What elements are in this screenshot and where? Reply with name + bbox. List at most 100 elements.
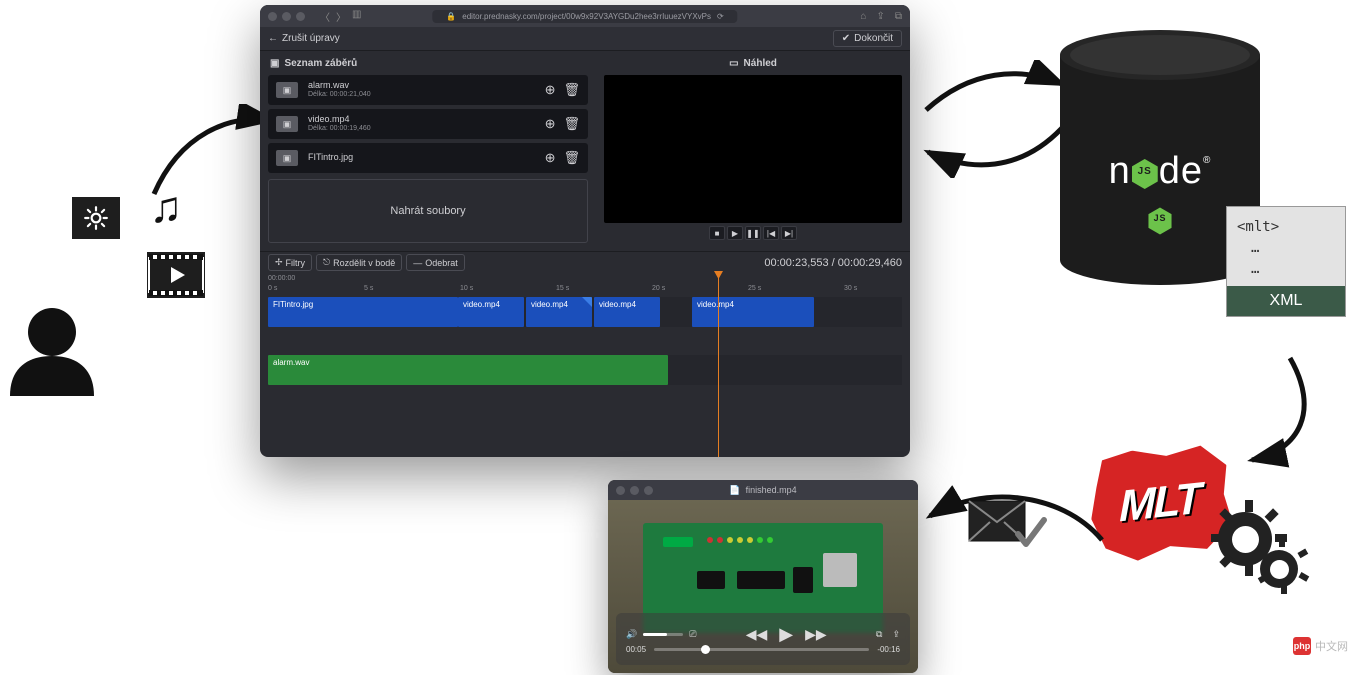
app-toolbar: ← Zrušit úpravy ✔ Dokončit (260, 27, 910, 51)
checkmark-icon: ✔ (842, 33, 850, 44)
browser-back-icon[interactable]: 〈 (320, 9, 330, 24)
timeline-ruler[interactable]: 00:00:00 0 s5 s10 s15 s20 s25 s30 s (260, 273, 910, 297)
shot-row[interactable]: ▣ video.mp4 Délka: 00:00:19,460 ⊕ 🗑 (268, 109, 588, 139)
add-to-timeline-icon[interactable]: ⊕ (545, 82, 556, 98)
xml-line: … (1237, 259, 1335, 280)
sidebar-toggle-icon[interactable]: ▥ (352, 9, 361, 24)
shot-row[interactable]: ▣ FITintro.jpg ⊕ 🗑 (268, 143, 588, 173)
email-notification-icon (968, 500, 1048, 554)
audio-track[interactable]: alarm.wav (268, 355, 902, 385)
ruler-tick: 20 s (652, 285, 665, 292)
shot-thumbnail-icon: ▣ (276, 82, 298, 98)
monitor-icon: ▭ (729, 58, 738, 69)
ruler-tick: 10 s (460, 285, 473, 292)
preview-screen[interactable] (604, 75, 902, 223)
shot-list-title: ▣ Seznam záběrů (268, 51, 588, 75)
timeline-clip[interactable]: video.mp4 (692, 297, 814, 327)
tabs-icon[interactable]: ⧉ (895, 11, 902, 22)
timeline-clip[interactable]: FITintro.jpg (268, 297, 458, 327)
timeline-clip[interactable]: video.mp4 (458, 297, 524, 327)
arrow-db-to-editor (920, 118, 1070, 178)
pip-icon[interactable]: ⧉ (876, 629, 882, 640)
nodejs-hex-icon (1132, 159, 1158, 189)
film-icon: ▣ (270, 58, 279, 69)
preview-controls: ■ ▶ ❚❚ |◀ ▶| (604, 223, 902, 243)
share-icon[interactable]: ⇪ (876, 11, 884, 22)
next-frame-button[interactable]: ▶| (781, 226, 797, 240)
minus-icon: — (413, 258, 422, 268)
xml-line: … (1237, 238, 1335, 259)
xml-file-card: <mlt> … … XML (1226, 206, 1346, 317)
traffic-light-max[interactable] (644, 486, 653, 495)
shot-filename: video.mp4 (308, 115, 535, 125)
watermark: php 中文网 (1293, 637, 1348, 655)
delete-shot-icon[interactable]: 🗑 (563, 82, 580, 98)
traffic-light-close[interactable] (616, 486, 625, 495)
timeline-clip[interactable]: video.mp4 (594, 297, 660, 327)
watermark-text: 中文网 (1315, 638, 1348, 654)
browser-fwd-icon[interactable]: 〉 (336, 9, 346, 24)
shot-duration: Délka: 00:00:21,040 (308, 91, 535, 99)
watermark-logo-icon: php (1293, 637, 1311, 655)
rewind-button[interactable]: ◀◀ (746, 626, 768, 643)
ruler-tick: 25 s (748, 285, 761, 292)
prev-frame-button[interactable]: |◀ (763, 226, 779, 240)
traffic-light-max[interactable] (296, 12, 305, 21)
progress-slider[interactable] (654, 648, 869, 651)
video-window-titlebar: 📄 finished.mp4 (608, 480, 918, 500)
preview-pane: ▭ Náhled ■ ▶ ❚❚ |◀ ▶| (596, 51, 910, 251)
share-icon[interactable]: ⇪ (892, 629, 900, 640)
user-media-block: ♫ (0, 190, 260, 400)
video-track[interactable]: FITintro.jpgvideo.mp4video.mp4video.mp4v… (268, 297, 902, 327)
stop-button[interactable]: ■ (709, 226, 725, 240)
timeline-toolbar: ✢Filtry ⎋Rozdělit v bodě —Odebrat 00:00:… (260, 251, 910, 273)
volume-slider[interactable] (643, 633, 683, 636)
plus-icon: ✢ (275, 257, 283, 268)
url-bar[interactable]: 🔒 editor.prednasky.com/project/00w9x92V3… (432, 10, 737, 23)
traffic-light-min[interactable] (630, 486, 639, 495)
finish-button[interactable]: ✔ Dokončit (833, 30, 902, 47)
shot-row[interactable]: ▣ alarm.wav Délka: 00:00:21,040 ⊕ 🗑 (268, 75, 588, 105)
volume-icon[interactable]: 🔊 (626, 629, 637, 640)
ruler-tick: 0 s (268, 285, 277, 292)
timeline-clip[interactable]: alarm.wav (268, 355, 668, 385)
remove-button[interactable]: —Odebrat (406, 254, 465, 271)
timeline[interactable]: FITintro.jpgvideo.mp4video.mp4video.mp4v… (260, 297, 910, 457)
image-media-icon (70, 195, 122, 241)
add-to-timeline-icon[interactable]: ⊕ (545, 150, 556, 166)
split-button[interactable]: ⎋Rozdělit v bodě (316, 254, 402, 271)
play-button[interactable]: ▶ (727, 226, 743, 240)
reload-icon[interactable]: ⟳ (717, 12, 724, 21)
play-button[interactable]: ▶ (779, 624, 793, 645)
ruler-tick: 15 s (556, 285, 569, 292)
home-icon[interactable]: ⌂ (860, 11, 866, 22)
traffic-light-close[interactable] (268, 12, 277, 21)
shot-thumbnail-icon: ▣ (276, 116, 298, 132)
gear-icon (1260, 550, 1298, 588)
ruler-tick: 5 s (364, 285, 373, 292)
pause-button[interactable]: ❚❚ (745, 226, 761, 240)
airplay-icon[interactable]: ⎚ (689, 629, 696, 640)
nodejs-hex-icon (1148, 208, 1171, 235)
playhead[interactable] (718, 273, 719, 457)
xml-line: <mlt> (1237, 217, 1335, 238)
delete-shot-icon[interactable]: 🗑 (563, 150, 580, 166)
timeline-clip[interactable]: video.mp4 (526, 297, 592, 327)
lock-icon: 🔒 (446, 12, 456, 21)
user-silhouette-icon (4, 300, 100, 396)
video-content[interactable]: 🔊 ⎚ ◀◀ ▶ ▶▶ ⧉ ⇪ 00:05 -00:16 (608, 500, 918, 673)
forward-button[interactable]: ▶▶ (805, 626, 827, 643)
file-icon: 📄 (729, 485, 740, 496)
cancel-edits-button[interactable]: ← Zrušit úpravy (268, 33, 340, 44)
arrow-left-icon: ← (268, 33, 278, 44)
preview-title: ▭ Náhled (604, 51, 902, 75)
shot-filename: FITintro.jpg (308, 153, 535, 163)
upload-files-dropzone[interactable]: Nahrát soubory (268, 179, 588, 243)
filters-button[interactable]: ✢Filtry (268, 254, 312, 271)
xml-footer-label: XML (1227, 286, 1345, 316)
output-video-window: 📄 finished.mp4 🔊 ⎚ ◀◀ ▶ ▶▶ (608, 480, 918, 673)
editor-window: 〈 〉 ▥ 🔒 editor.prednasky.com/project/00w… (260, 5, 910, 457)
delete-shot-icon[interactable]: 🗑 (563, 116, 580, 132)
add-to-timeline-icon[interactable]: ⊕ (545, 116, 556, 132)
traffic-light-min[interactable] (282, 12, 291, 21)
